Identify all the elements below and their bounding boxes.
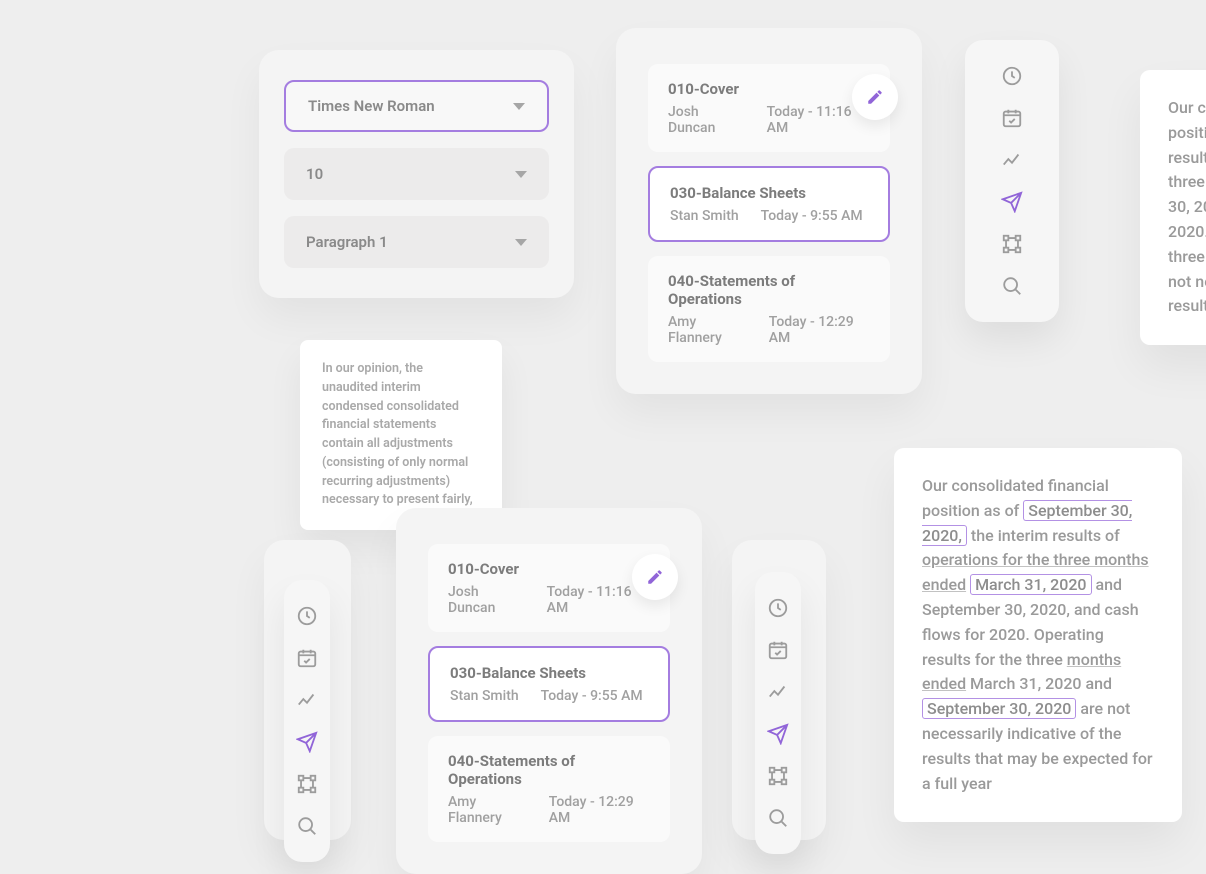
calendar-check-icon[interactable] bbox=[1000, 106, 1024, 130]
trend-icon[interactable] bbox=[295, 688, 319, 712]
send-icon[interactable] bbox=[766, 722, 790, 746]
txt: March 31, 2020 and bbox=[966, 674, 1112, 693]
doc-title: 030-Balance Sheets bbox=[450, 664, 648, 682]
documents-panel-b: 010-Cover Josh Duncan Today - 11:16 AM 0… bbox=[396, 508, 702, 874]
doc-card-040[interactable]: 040-Statements of Operations Amy Flanner… bbox=[648, 256, 890, 362]
chevron-down-icon bbox=[515, 239, 527, 246]
chevron-down-icon bbox=[515, 171, 527, 178]
doc-author: Amy Flannery bbox=[668, 314, 747, 346]
doc-author: Stan Smith bbox=[450, 688, 519, 704]
style-dropdown[interactable]: Paragraph 1 bbox=[284, 216, 549, 268]
transform-icon[interactable] bbox=[766, 764, 790, 788]
transform-icon[interactable] bbox=[1000, 232, 1024, 256]
tool-rail-a bbox=[965, 40, 1059, 322]
tool-rail-c bbox=[755, 572, 801, 854]
highlight-date: March 31, 2020 bbox=[970, 574, 1091, 595]
size-dropdown[interactable]: 10 bbox=[284, 148, 549, 200]
txt: the interim results of bbox=[967, 526, 1120, 545]
doc-author: Amy Flannery bbox=[448, 794, 527, 826]
calendar-check-icon[interactable] bbox=[766, 638, 790, 662]
style-dropdown-label: Paragraph 1 bbox=[306, 233, 388, 251]
clock-icon[interactable] bbox=[766, 596, 790, 620]
doc-time: Today - 12:29 AM bbox=[549, 794, 650, 826]
financial-text-card-partial: Our consolidated financial position as o… bbox=[1140, 70, 1206, 345]
doc-title: 040-Statements of Operations bbox=[668, 272, 870, 308]
documents-panel-a: 010-Cover Josh Duncan Today - 11:16 AM 0… bbox=[616, 28, 922, 394]
doc-card-040[interactable]: 040-Statements of Operations Amy Flanner… bbox=[428, 736, 670, 842]
doc-card-030[interactable]: 030-Balance Sheets Stan Smith Today - 9:… bbox=[648, 166, 890, 242]
calendar-check-icon[interactable] bbox=[295, 646, 319, 670]
tool-rail-b bbox=[284, 580, 330, 862]
highlight-date: September 30, 2020 bbox=[922, 698, 1076, 719]
doc-author: Josh Duncan bbox=[668, 104, 745, 136]
clock-icon[interactable] bbox=[295, 604, 319, 628]
opinion-note-card: In our opinion, the unaudited interim co… bbox=[300, 340, 502, 530]
txt: Our consolidated financial position as o… bbox=[1168, 98, 1206, 142]
doc-author: Stan Smith bbox=[670, 208, 739, 224]
chevron-down-icon bbox=[513, 103, 525, 110]
search-icon[interactable] bbox=[766, 806, 790, 830]
pencil-icon bbox=[646, 568, 664, 586]
trend-icon[interactable] bbox=[766, 680, 790, 704]
send-icon[interactable] bbox=[295, 730, 319, 754]
pencil-icon bbox=[866, 88, 884, 106]
financial-text-card: Our consolidated financial position as o… bbox=[894, 448, 1182, 822]
doc-time: Today - 12:29 AM bbox=[769, 314, 870, 346]
doc-card-010[interactable]: 010-Cover Josh Duncan Today - 11:16 AM bbox=[648, 64, 890, 152]
transform-icon[interactable] bbox=[295, 772, 319, 796]
format-dropdowns-panel: Times New Roman 10 Paragraph 1 bbox=[259, 50, 574, 298]
doc-title: 030-Balance Sheets bbox=[670, 184, 868, 202]
doc-time: Today - 9:55 AM bbox=[761, 208, 863, 224]
note-text: In our opinion, the unaudited interim co… bbox=[322, 361, 473, 507]
clock-icon[interactable] bbox=[1000, 64, 1024, 88]
doc-title: 010-Cover bbox=[448, 560, 650, 578]
font-dropdown-label: Times New Roman bbox=[308, 97, 435, 115]
font-dropdown[interactable]: Times New Roman bbox=[284, 80, 549, 132]
search-icon[interactable] bbox=[1000, 274, 1024, 298]
search-icon[interactable] bbox=[295, 814, 319, 838]
doc-title: 040-Statements of Operations bbox=[448, 752, 650, 788]
doc-card-030[interactable]: 030-Balance Sheets Stan Smith Today - 9:… bbox=[428, 646, 670, 722]
edit-button[interactable] bbox=[632, 554, 678, 600]
doc-card-010[interactable]: 010-Cover Josh Duncan Today - 11:16 AM bbox=[428, 544, 670, 632]
doc-author: Josh Duncan bbox=[448, 584, 525, 616]
edit-button[interactable] bbox=[852, 74, 898, 120]
doc-title: 010-Cover bbox=[668, 80, 870, 98]
send-icon[interactable] bbox=[1000, 190, 1024, 214]
size-dropdown-label: 10 bbox=[306, 165, 323, 183]
doc-time: Today - 9:55 AM bbox=[541, 688, 643, 704]
trend-icon[interactable] bbox=[1000, 148, 1024, 172]
